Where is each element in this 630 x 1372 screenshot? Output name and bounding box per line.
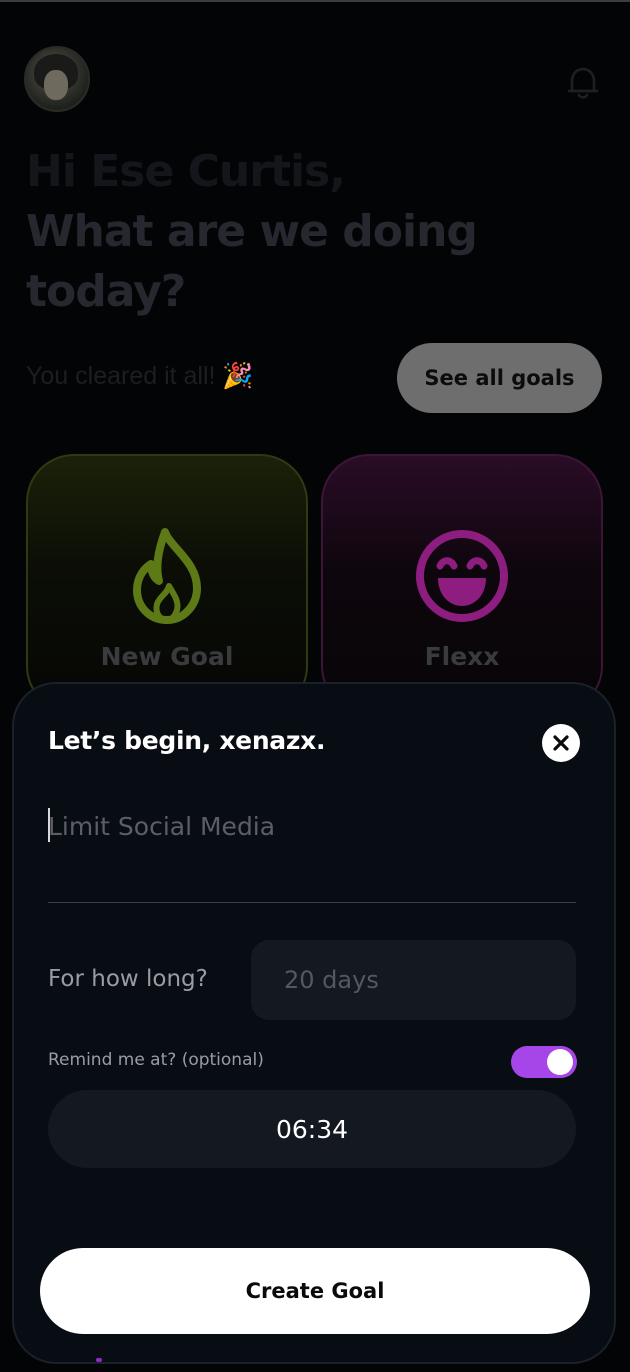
greeting-question: What are we doing today? — [26, 206, 478, 317]
new-goal-sheet: Let’s begin, xenazx. For how long? Remin… — [12, 682, 616, 1364]
nav-indicator — [96, 1358, 102, 1362]
create-goal-button[interactable]: Create Goal — [40, 1248, 590, 1334]
see-all-goals-button[interactable]: See all goals — [397, 343, 602, 413]
avatar[interactable] — [24, 46, 90, 112]
new-goal-label: New Goal — [100, 642, 234, 671]
cleared-status-text: You cleared it all! 🎉 — [26, 362, 254, 390]
new-goal-card[interactable]: New Goal — [26, 454, 308, 714]
flame-icon — [133, 528, 201, 624]
close-button[interactable] — [542, 724, 580, 762]
text-caret — [48, 808, 50, 842]
bell-icon[interactable] — [564, 64, 602, 102]
laughing-face-icon — [416, 530, 508, 622]
goal-name-input[interactable] — [48, 804, 576, 848]
remind-toggle[interactable] — [511, 1046, 577, 1078]
duration-input[interactable] — [251, 940, 576, 1020]
flexx-card[interactable]: Flexx — [321, 454, 603, 714]
close-icon — [553, 735, 569, 751]
flexx-label: Flexx — [424, 642, 500, 671]
sheet-title: Let’s begin, xenazx. — [48, 726, 326, 755]
remind-time-picker[interactable]: 06:34 — [48, 1090, 576, 1168]
remind-label: Remind me at? (optional) — [48, 1050, 264, 1070]
screen: Hi Ese Curtis, What are we doing today? … — [0, 0, 630, 1372]
greeting-name: Hi Ese Curtis, — [26, 146, 346, 197]
toggle-knob — [547, 1049, 573, 1075]
duration-label: For how long? — [48, 966, 208, 992]
greeting-heading: Hi Ese Curtis, What are we doing today? — [26, 142, 606, 322]
divider — [48, 902, 576, 903]
